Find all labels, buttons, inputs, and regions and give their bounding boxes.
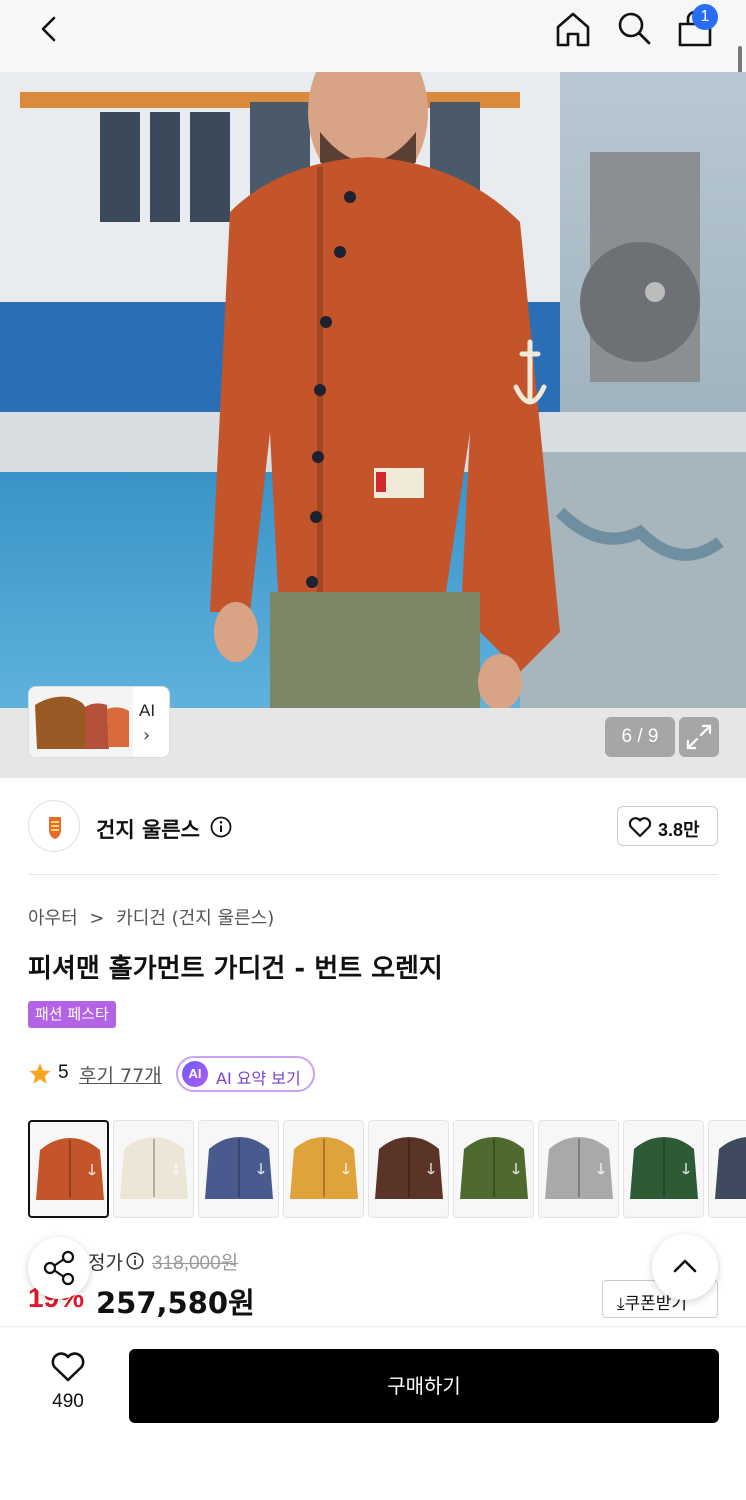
search-icon[interactable]: [614, 8, 654, 48]
cart-count-badge: 1: [692, 4, 718, 30]
image-counter: 6 / 9: [605, 717, 675, 757]
wishlist-button[interactable]: 490: [28, 1351, 108, 1421]
color-swatch[interactable]: [198, 1120, 279, 1218]
heart-icon: [628, 817, 652, 838]
color-swatch[interactable]: [283, 1120, 364, 1218]
expand-icon[interactable]: [679, 717, 719, 757]
bottom-action-bar: 490 구매하기: [0, 1326, 746, 1500]
review-count-link[interactable]: 후기 77개: [79, 1061, 162, 1088]
breadcrumb-item-cardigan[interactable]: 카디건 (건지 울른스): [116, 904, 274, 930]
top-navigation-bar: 1: [0, 0, 746, 72]
home-icon[interactable]: [552, 8, 594, 50]
brand-like-count: 3.8만: [658, 820, 700, 840]
color-swatch[interactable]: [453, 1120, 534, 1218]
share-button[interactable]: [28, 1237, 90, 1299]
chevron-right-icon: ›: [143, 725, 151, 746]
price-label: 정가: [88, 1252, 123, 1274]
ai-summary-button[interactable]: AI AI 요약 보기: [176, 1056, 315, 1092]
color-swatch[interactable]: [28, 1120, 109, 1218]
product-title: 피셔맨 홀가먼트 가디건 - 번트 오렌지: [28, 954, 443, 984]
color-swatch[interactable]: [113, 1120, 194, 1218]
ai-styling-thumbnail[interactable]: AI ›: [28, 686, 170, 758]
star-icon: [29, 1063, 51, 1084]
download-icon: ⤓: [617, 1294, 625, 1314]
info-icon[interactable]: [126, 1252, 144, 1270]
promo-tag: 패션 페스타: [28, 1001, 116, 1028]
color-swatch[interactable]: [538, 1120, 619, 1218]
wishlist-count: 490: [52, 1391, 84, 1412]
rating-value: 5: [58, 1062, 69, 1083]
heart-icon: [51, 1352, 85, 1382]
breadcrumb: 아우터 > 카디건 (건지 울른스): [28, 904, 274, 930]
brand-row: 건지 울른스 3.8만: [0, 796, 746, 860]
original-price: 318,000원: [152, 1253, 239, 1274]
brand-logo[interactable]: [28, 800, 80, 852]
breadcrumb-item-outer[interactable]: 아우터: [28, 904, 78, 930]
color-swatch[interactable]: [623, 1120, 704, 1218]
info-icon[interactable]: [210, 816, 232, 838]
buy-button[interactable]: 구매하기: [129, 1349, 719, 1423]
color-swatch[interactable]: [368, 1120, 449, 1218]
product-main-image[interactable]: [0, 72, 746, 708]
ai-label: AI: [139, 701, 156, 720]
share-icon: [43, 1250, 75, 1286]
ai-badge-icon: AI: [182, 1061, 208, 1087]
scroll-to-top-button[interactable]: [652, 1234, 718, 1300]
sale-price: 257,580원: [96, 1286, 255, 1320]
brand-like-button[interactable]: 3.8만: [617, 806, 718, 846]
thumbnail-image: [29, 687, 133, 757]
ai-summary-label: AI 요약 보기: [216, 1069, 301, 1088]
back-arrow-icon[interactable]: [30, 10, 70, 50]
divider: [28, 874, 718, 875]
color-options: [28, 1120, 746, 1218]
color-swatch[interactable]: [708, 1120, 746, 1218]
chevron-up-icon: [673, 1259, 697, 1273]
breadcrumb-separator: >: [89, 908, 105, 929]
brand-name[interactable]: 건지 울른스: [96, 814, 200, 844]
